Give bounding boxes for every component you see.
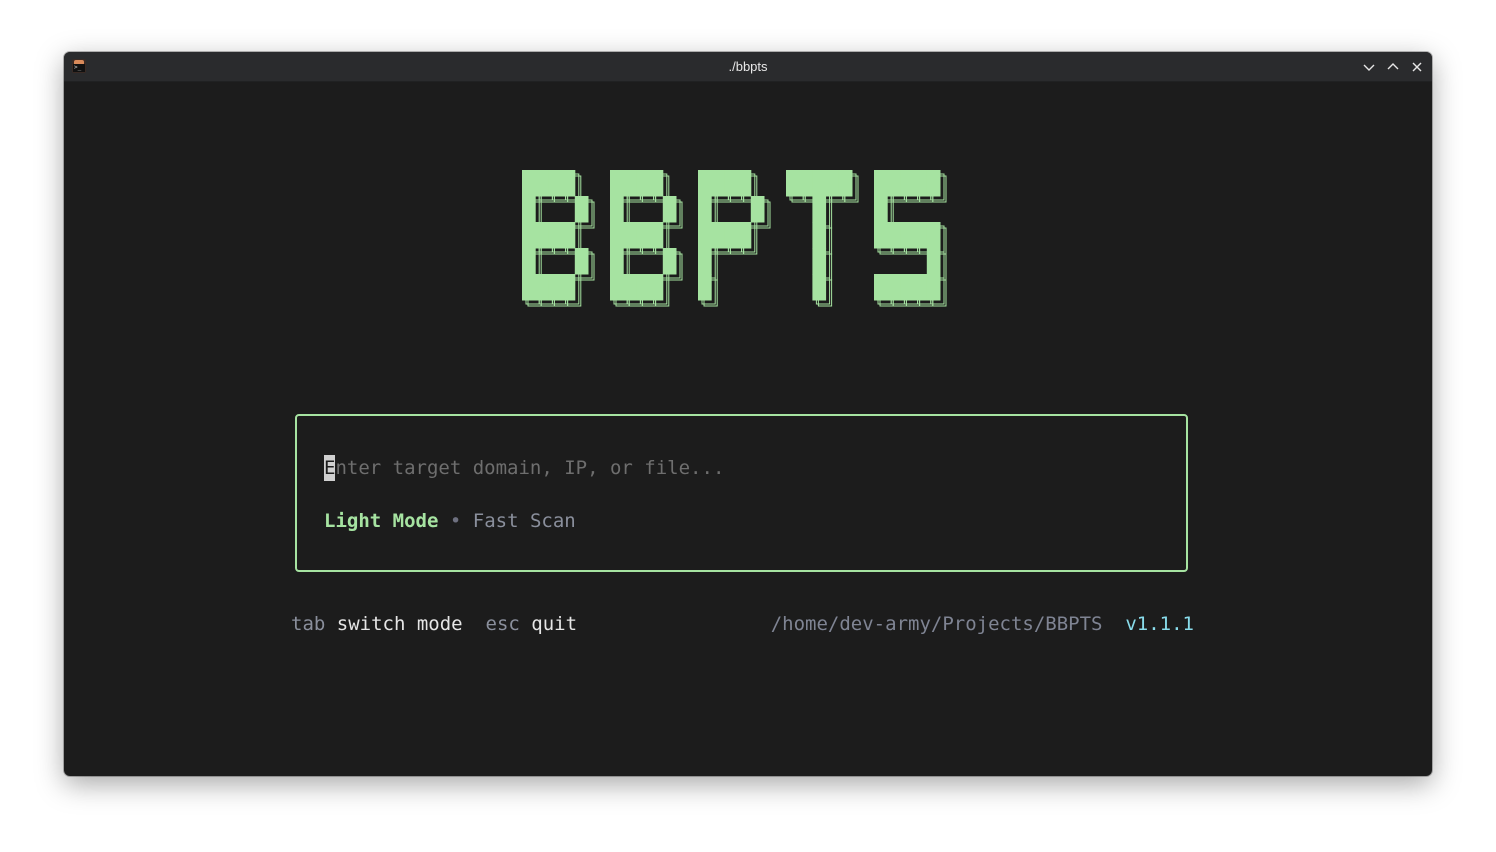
logo-pixel: [737, 170, 752, 197]
logo-pixel: [610, 248, 624, 275]
logo-pixel: [900, 222, 915, 249]
logo-letter-p: [698, 170, 771, 307]
logo-pixel: [900, 170, 915, 197]
logo-pixel: [737, 222, 752, 249]
status-bar: tab switch mode esc quit /home/dev-army/…: [291, 610, 1194, 638]
logo-pixel: [698, 196, 712, 223]
hint-action-quit: quit: [531, 613, 578, 635]
mode-description: Fast Scan: [472, 510, 576, 532]
logo-pixel: [522, 196, 536, 223]
logo-pixel: [548, 274, 563, 301]
logo-pixel: [812, 170, 827, 197]
logo-pixel: [913, 222, 928, 249]
logo-pixel: [887, 170, 901, 197]
logo-pixel: [913, 274, 928, 301]
logo-pixel: [887, 222, 901, 249]
logo-pixel: [522, 248, 536, 275]
input-placeholder[interactable]: Enter target domain, IP, or file...: [324, 455, 724, 481]
terminal-window: >_ ./bbpts Enter target domain, IP, or f…: [64, 52, 1432, 776]
logo-pixel: [724, 170, 739, 197]
current-path: /home/dev-army/Projects/BBPTS: [770, 613, 1103, 635]
logo-pixel: [610, 170, 624, 197]
bbpts-logo: [514, 162, 984, 327]
logo-pixel: [786, 170, 800, 197]
maximize-icon[interactable]: [1384, 58, 1402, 76]
mode-indicator: Light Mode • Fast Scan: [324, 508, 576, 534]
logo-pixel: [926, 170, 941, 197]
logo-pixel: [561, 170, 576, 197]
minimize-icon[interactable]: [1360, 58, 1378, 76]
logo-letter-s: [874, 170, 947, 307]
text-cursor: E: [324, 455, 336, 481]
logo-pixel: [535, 222, 549, 249]
logo-pixel: [610, 274, 624, 301]
close-icon[interactable]: [1408, 58, 1426, 76]
logo-pixel: [724, 222, 739, 249]
logo-pixel: [874, 170, 888, 197]
hint-key-tab: tab: [291, 613, 326, 635]
logo-pixel: [900, 274, 915, 301]
logo-pixel: [874, 222, 888, 249]
logo-pixel: [926, 274, 941, 301]
logo-pixel: [535, 170, 549, 197]
logo-pixel: [522, 170, 536, 197]
logo-pixel: [698, 170, 712, 197]
logo-letter-b: [610, 170, 683, 307]
logo-pixel: [698, 248, 712, 275]
logo-pixel: [574, 196, 589, 223]
logo-pixel: [926, 248, 941, 275]
logo-pixel: [610, 222, 624, 249]
status-info: /home/dev-army/Projects/BBPTS v1.1.1: [771, 610, 1194, 638]
logo-pixel: [623, 222, 637, 249]
logo-pixel: [649, 274, 664, 301]
logo-letter-t: [786, 170, 859, 307]
logo-pixel: [623, 274, 637, 301]
logo-pixel: [522, 222, 536, 249]
logo-pixel: [711, 170, 725, 197]
logo-pixel: [561, 274, 576, 301]
logo-pixel: [548, 170, 563, 197]
logo-pixel: [874, 196, 888, 223]
window-title: ./bbpts: [728, 59, 768, 74]
logo-pixel: [636, 170, 651, 197]
logo-pixel: [812, 274, 827, 301]
logo-pixel: [698, 222, 712, 249]
logo-pixel: [711, 222, 725, 249]
logo-pixel: [812, 222, 827, 249]
logo-pixel: [522, 274, 536, 301]
logo-pixel: [561, 222, 576, 249]
logo-pixel: [812, 248, 827, 275]
logo-pixel: [649, 170, 664, 197]
logo-pixel: [812, 196, 827, 223]
hint-key-esc: esc: [485, 613, 520, 635]
logo-pixel: [838, 170, 853, 197]
logo-pixel: [623, 170, 637, 197]
logo-pixel: [610, 196, 624, 223]
logo-pixel: [799, 170, 813, 197]
logo-pixel: [874, 274, 888, 301]
target-input[interactable]: Enter target domain, IP, or file... Ligh…: [295, 414, 1188, 572]
title-bar[interactable]: >_ ./bbpts: [64, 52, 1432, 82]
key-hints: tab switch mode esc quit: [291, 610, 577, 638]
logo-pixel: [750, 196, 765, 223]
hint-action-switch-mode: switch mode: [336, 613, 463, 635]
logo-pixel: [548, 222, 563, 249]
logo-letter-b: [522, 170, 595, 307]
logo-pixel: [636, 222, 651, 249]
logo-pixel: [649, 222, 664, 249]
logo-pixel: [574, 248, 589, 275]
logo-pixel: [636, 274, 651, 301]
logo-pixel: [698, 274, 712, 301]
logo-pixel: [913, 170, 928, 197]
placeholder-text: nter target domain, IP, or file...: [335, 457, 725, 479]
logo-pixel: [926, 222, 941, 249]
mode-separator: •: [449, 510, 462, 532]
logo-pixel: [887, 274, 901, 301]
active-mode-label: Light Mode: [324, 510, 439, 532]
logo-pixel: [535, 274, 549, 301]
logo-pixel: [662, 196, 677, 223]
logo-pixel: [662, 248, 677, 275]
logo-pixel: [825, 170, 840, 197]
version-label: v1.1.1: [1125, 613, 1194, 635]
